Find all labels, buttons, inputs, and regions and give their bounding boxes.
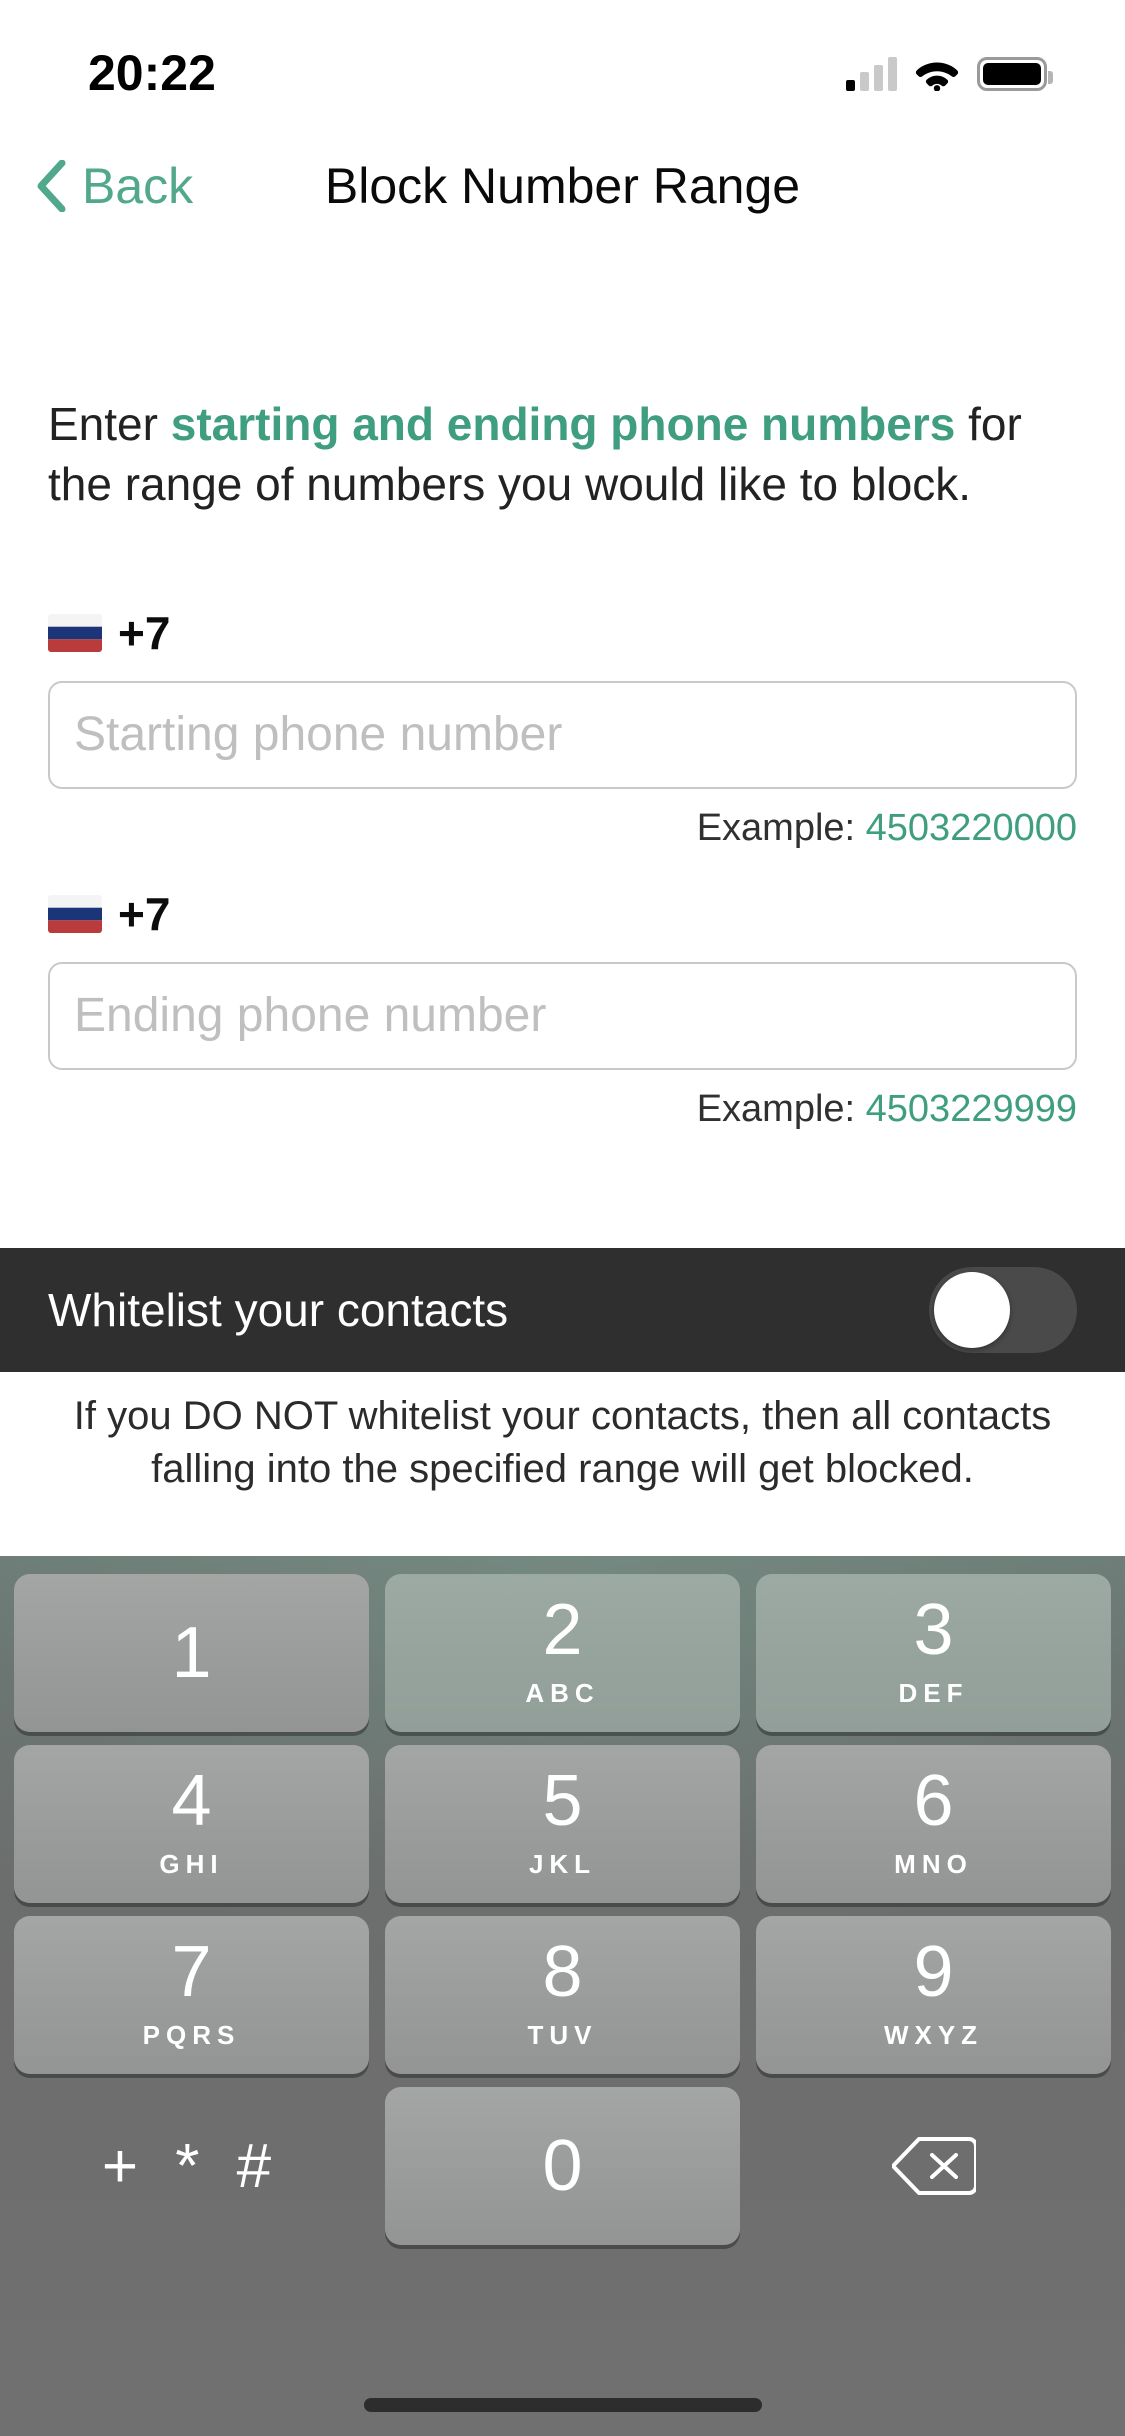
status-bar: 20:22 (0, 0, 1125, 132)
keypad-key-2-letters: ABC (525, 1677, 600, 1708)
keypad-key-5-letters: JKL (528, 1848, 597, 1879)
keypad-key-5[interactable]: 5 JKL (385, 1745, 740, 1903)
keypad-key-symbols-label: + * # (101, 2131, 282, 2201)
intro-highlight: starting and ending phone numbers (170, 398, 956, 450)
keypad-key-1[interactable]: 1 (14, 1574, 369, 1732)
keypad-key-9-letters: WXYZ (883, 2019, 984, 2050)
status-bar-indicators (846, 57, 1053, 91)
keypad-key-3-digit: 3 (913, 1589, 954, 1670)
back-button-label: Back (82, 158, 194, 214)
ending-example-value: 4503229999 (865, 1087, 1077, 1130)
ending-country-code-row[interactable]: +7 (48, 884, 1077, 944)
keypad-row-3: 7 PQRS 8 TUV 9 WXYZ (14, 1916, 1111, 2074)
keypad-key-3[interactable]: 3 DEF (756, 1574, 1111, 1732)
keypad-row-2: 4 GHI 5 JKL 6 MNO (14, 1745, 1111, 1903)
starting-country-code-row[interactable]: +7 (48, 603, 1077, 663)
cellular-signal-icon (846, 57, 897, 91)
home-indicator (363, 2398, 762, 2412)
keypad-key-2[interactable]: 2 ABC (385, 1574, 740, 1732)
ending-phone-placeholder: Ending phone number (74, 989, 547, 1043)
keypad-key-8-digit: 8 (542, 1931, 583, 2012)
keypad-row-4: + * # 0 (14, 2087, 1111, 2245)
keypad-key-7-digit: 7 (171, 1931, 212, 2012)
keypad-key-6[interactable]: 6 MNO (756, 1745, 1111, 1903)
keypad-key-3-letters: DEF (898, 1677, 969, 1708)
chevron-left-icon (37, 160, 66, 212)
wifi-icon (915, 62, 959, 91)
keypad-key-1-digit: 1 (171, 1613, 212, 1693)
whitelist-toggle[interactable] (929, 1267, 1077, 1353)
keypad-key-symbols[interactable]: + * # (14, 2087, 369, 2245)
keypad-key-2-digit: 2 (542, 1589, 583, 1670)
ending-number-field-block: +7 Ending phone number Example: 45032299… (48, 884, 1077, 1131)
intro-before: Enter (48, 398, 171, 450)
starting-example-label: Example: (696, 806, 866, 849)
intro-description: Enter starting and ending phone numbers … (48, 395, 1077, 515)
navigation-bar: Block Number Range Back (0, 132, 1125, 240)
back-button[interactable]: Back (22, 132, 207, 240)
keypad-key-9[interactable]: 9 WXYZ (756, 1916, 1111, 2074)
ending-example-line: Example: 4503229999 (48, 1088, 1077, 1131)
status-bar-time: 20:22 (88, 45, 216, 101)
keypad-key-0-digit: 0 (542, 2126, 583, 2206)
whitelist-label: Whitelist your contacts (48, 1284, 509, 1336)
keypad-key-6-digit: 6 (913, 1760, 954, 1841)
whitelist-contacts-row[interactable]: Whitelist your contacts (0, 1248, 1125, 1372)
delete-backspace-icon (891, 2137, 976, 2195)
content-area: Enter starting and ending phone numbers … (0, 240, 1125, 1131)
keypad-key-6-letters: MNO (894, 1848, 973, 1879)
whitelist-note: If you DO NOT whitelist your contacts, t… (73, 1394, 1052, 1491)
keypad-key-5-digit: 5 (542, 1760, 583, 1841)
keypad-key-9-digit: 9 (913, 1931, 954, 2012)
ending-phone-input[interactable]: Ending phone number (48, 961, 1077, 1070)
keypad-row-1: 1 2 ABC 3 DEF (14, 1574, 1111, 1732)
keypad-key-7[interactable]: 7 PQRS (14, 1916, 369, 2074)
keypad-key-0[interactable]: 0 (385, 2087, 740, 2245)
whitelist-toggle-knob (934, 1272, 1010, 1348)
flag-russia-icon (48, 894, 102, 933)
starting-phone-input[interactable]: Starting phone number (48, 680, 1077, 789)
starting-number-field-block: +7 Starting phone number Example: 450322… (48, 603, 1077, 850)
keypad-key-8-letters: TUV (527, 2019, 598, 2050)
keypad-key-delete[interactable] (756, 2087, 1111, 2245)
keypad-key-7-letters: PQRS (142, 2019, 241, 2050)
starting-phone-placeholder: Starting phone number (74, 708, 563, 762)
keypad-key-4-digit: 4 (171, 1760, 212, 1841)
keypad-key-8[interactable]: 8 TUV (385, 1916, 740, 2074)
flag-russia-icon (48, 613, 102, 652)
keypad-key-4[interactable]: 4 GHI (14, 1745, 369, 1903)
battery-icon (977, 57, 1053, 91)
phone-screen: 20:22 Block Number Range Back Enter star… (0, 0, 1125, 2436)
numeric-keypad: 1 2 ABC 3 DEF 4 GHI 5 JKL 6 MNO 7 PQRS 8… (0, 1556, 1125, 2436)
starting-example-value: 4503220000 (865, 806, 1077, 849)
keypad-key-4-letters: GHI (159, 1848, 224, 1879)
starting-example-line: Example: 4503220000 (48, 807, 1077, 850)
starting-country-code: +7 (118, 606, 171, 659)
ending-example-label: Example: (696, 1087, 866, 1130)
ending-country-code: +7 (118, 887, 171, 940)
